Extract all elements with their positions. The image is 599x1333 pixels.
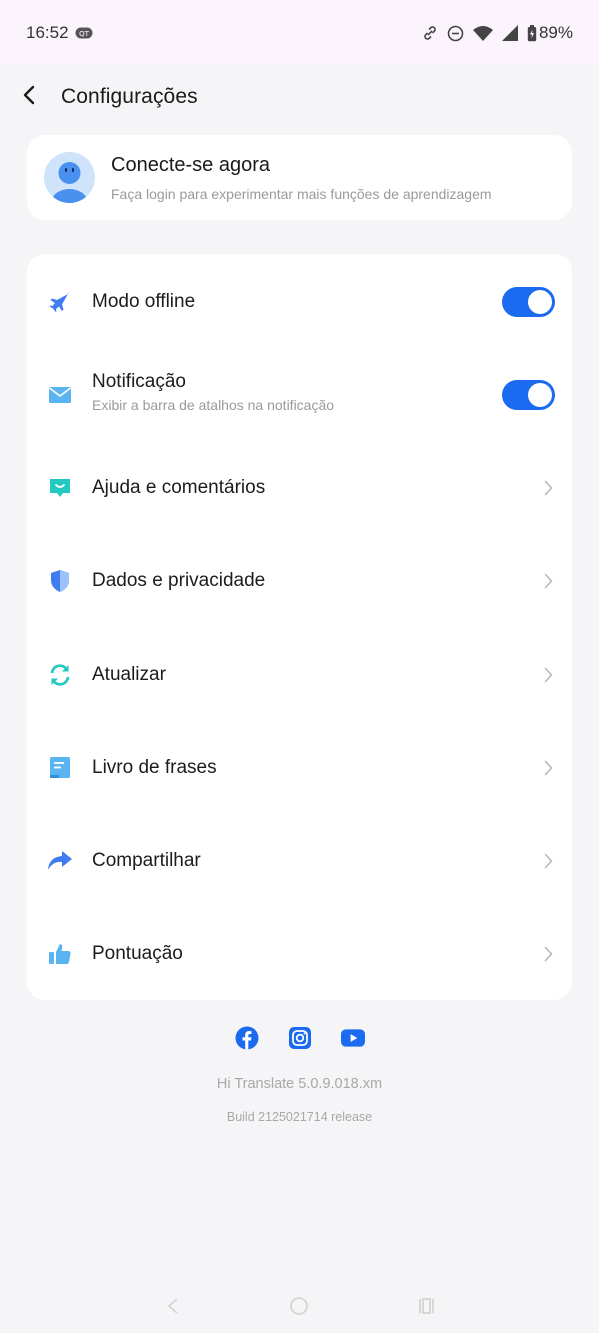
social-links <box>0 1026 599 1050</box>
system-navbar <box>0 1290 599 1326</box>
setting-notification[interactable]: Notificação Exibir a barra de atalhos na… <box>27 348 572 441</box>
wifi-icon <box>472 25 493 41</box>
battery-percent: 89% <box>538 23 573 42</box>
setting-data-privacy[interactable]: Dados e privacidade <box>27 534 572 627</box>
setting-label: Livro de frases <box>92 756 217 778</box>
setting-texts: Modo offline <box>92 291 195 313</box>
phrasebook-icon <box>47 755 73 781</box>
setting-help-feedback[interactable]: Ajuda e comentários <box>27 441 572 534</box>
status-time: 16:52 <box>26 23 69 42</box>
chevron-right-icon <box>544 759 556 777</box>
setting-label: Pontuação <box>92 942 183 964</box>
nav-home-button[interactable] <box>287 1296 311 1320</box>
feedback-icon <box>47 475 73 501</box>
user-avatar-icon <box>44 152 95 203</box>
setting-texts: Notificação Exibir a barra de atalhos na… <box>92 371 334 413</box>
login-title: Conecte-se agora <box>111 153 270 176</box>
instagram-icon[interactable] <box>288 1026 312 1050</box>
setting-texts: Ajuda e comentários <box>92 477 265 499</box>
login-subtitle: Faça login para experimentar mais funçõe… <box>111 185 492 202</box>
avatar <box>44 152 95 203</box>
chevron-left-icon <box>22 85 36 110</box>
setting-rating[interactable]: Pontuação <box>27 907 572 1000</box>
share-icon <box>47 848 73 874</box>
svg-text:QT: QT <box>79 30 90 38</box>
nav-back-button[interactable] <box>161 1296 185 1320</box>
battery-indicator: 89% <box>527 23 573 43</box>
app-version: Hi Translate 5.0.9.018.xm <box>216 1076 383 1092</box>
chevron-right-icon <box>544 852 556 870</box>
mail-icon <box>47 382 73 408</box>
toggle-knob <box>528 289 552 314</box>
setting-texts: Livro de frases <box>92 757 217 779</box>
setting-label: Compartilhar <box>92 849 201 871</box>
setting-texts: Atualizar <box>92 664 166 686</box>
login-card[interactable]: Conecte-se agora Faça login para experim… <box>27 135 572 220</box>
thumbs-up-icon <box>47 941 73 967</box>
notification-badge-icon: QT <box>75 27 93 39</box>
page-title: Configurações <box>61 85 198 108</box>
nav-back-icon <box>166 1297 180 1320</box>
setting-sublabel: Exibir a barra de atalhos na notificação <box>92 397 335 413</box>
facebook-icon[interactable] <box>235 1026 259 1050</box>
youtube-icon[interactable] <box>340 1026 365 1050</box>
setting-texts: Pontuação <box>92 943 183 965</box>
setting-label: Ajuda e comentários <box>92 476 266 498</box>
setting-label: Modo offline <box>92 290 196 312</box>
setting-label: Dados e privacidade <box>92 569 266 591</box>
chevron-right-icon <box>544 479 556 497</box>
settings-list: Modo offline Notificação Exibir a barra … <box>27 254 572 1000</box>
refresh-icon <box>47 662 73 688</box>
airplane-icon <box>47 289 73 315</box>
shield-icon <box>47 568 73 594</box>
chevron-right-icon <box>544 572 556 590</box>
chevron-right-icon <box>544 666 556 684</box>
signal-icon <box>501 25 518 41</box>
build-info: Build 2125021714 release <box>226 1110 373 1124</box>
setting-label: Atualizar <box>92 663 166 685</box>
notification-toggle[interactable] <box>502 379 555 410</box>
setting-label: Notificação <box>92 371 186 392</box>
setting-phrasebook[interactable]: Livro de frases <box>27 721 572 814</box>
nav-recents-button[interactable] <box>414 1296 438 1320</box>
dnd-icon <box>447 25 464 42</box>
setting-share[interactable]: Compartilhar <box>27 814 572 907</box>
setting-texts: Dados e privacidade <box>92 570 265 592</box>
nav-recents-icon <box>416 1297 436 1320</box>
back-button[interactable] <box>16 81 42 113</box>
setting-offline-mode[interactable]: Modo offline <box>27 255 572 348</box>
app-header: Configurações <box>0 66 599 128</box>
toggle-knob <box>528 382 552 407</box>
nav-home-icon <box>289 1296 309 1321</box>
offline-toggle[interactable] <box>502 286 555 317</box>
battery-icon <box>527 24 537 42</box>
setting-update[interactable]: Atualizar <box>27 628 572 721</box>
link-icon <box>422 25 438 41</box>
status-bar: 16:52 QT 89% <box>0 0 599 66</box>
setting-texts: Compartilhar <box>92 850 201 872</box>
chevron-right-icon <box>544 945 556 963</box>
